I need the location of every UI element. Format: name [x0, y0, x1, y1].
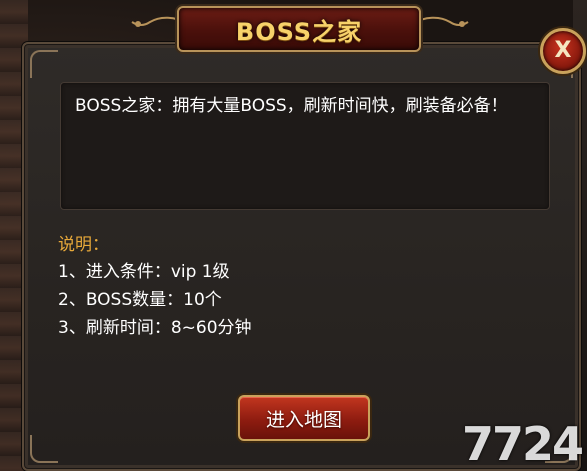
- game-screen: BOSS之家 X BOSS之家：拥有大量BOSS，刷新时间快，刷装备必备！ 说明…: [0, 0, 587, 471]
- notes-heading: 说明：: [58, 235, 109, 255]
- frame-corner-ornament: [30, 50, 58, 78]
- notes-list: 1、进入条件：vip 1级 2、BOSS数量：10个 3、刷新时间：8~60分钟: [58, 258, 252, 342]
- site-watermark-logo: 7724: [462, 417, 584, 471]
- frame-corner-ornament: [30, 435, 58, 463]
- description-text: BOSS之家：拥有大量BOSS，刷新时间快，刷装备必备！: [75, 96, 508, 116]
- note-item: 3、刷新时间：8~60分钟: [58, 318, 252, 338]
- dialog-title-plaque: BOSS之家: [177, 6, 421, 52]
- close-icon: X: [554, 38, 572, 63]
- close-button[interactable]: X: [540, 28, 586, 74]
- dialog-title: BOSS之家: [235, 17, 363, 46]
- note-item: 1、进入条件：vip 1级: [58, 262, 230, 282]
- description-box: BOSS之家：拥有大量BOSS，刷新时间快，刷装备必备！: [60, 82, 550, 210]
- enter-map-label: 进入地图: [265, 408, 342, 431]
- enter-map-button[interactable]: 进入地图: [238, 395, 370, 441]
- note-item: 2、BOSS数量：10个: [58, 290, 222, 310]
